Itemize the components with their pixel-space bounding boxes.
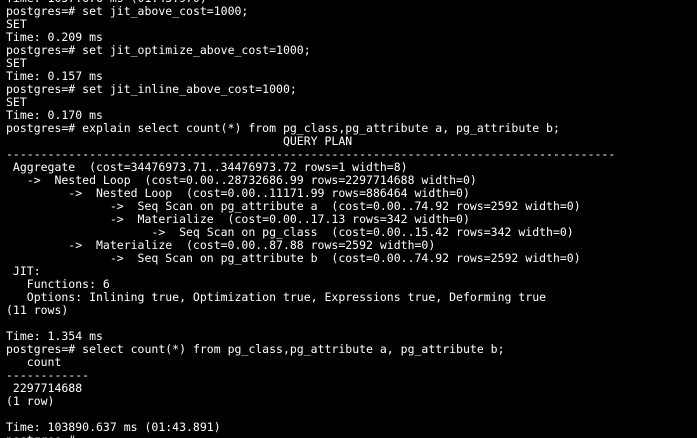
- command-line: postgres=#: [0, 434, 697, 438]
- output-line: Options: Inlining true, Optimization tru…: [6, 291, 547, 304]
- output-line: -> Nested Loop (cost=0.00..28732686.99 r…: [6, 174, 477, 187]
- output-line: SET: [6, 57, 27, 70]
- output-line: Time: 103890.637 ms (01:43.891): [6, 421, 221, 434]
- output-line: SET: [6, 18, 27, 31]
- output-line: JIT:: [6, 265, 41, 278]
- command-line: postgres=# set jit_inline_above_cost=100…: [0, 83, 697, 96]
- shell-prompt: postgres=#: [6, 434, 82, 438]
- output-line: count: [6, 356, 62, 369]
- output-line: Time: 0.170 ms: [6, 109, 103, 122]
- output-line: -> Nested Loop (cost=0.00..11171.99 rows…: [6, 187, 470, 200]
- command-line: postgres=# explain select count(*) from …: [0, 122, 697, 135]
- output-line: SET: [6, 96, 27, 109]
- command-line: postgres=# set jit_above_cost=1000;: [0, 5, 697, 18]
- output-line: QUERY PLAN: [6, 135, 353, 148]
- command-line: postgres=# set jit_optimize_above_cost=1…: [0, 44, 697, 57]
- output-line: -> Materialize (cost=0.00..17.13 rows=34…: [6, 213, 470, 226]
- command-text: explain select count(*) from pg_class,pg…: [82, 122, 560, 135]
- output-line: (11 rows): [6, 304, 69, 317]
- output-line: -> Materialize (cost=0.00..87.88 rows=25…: [6, 239, 436, 252]
- shell-prompt: postgres=#: [6, 44, 83, 57]
- output-line: ----------------------------------------…: [6, 148, 616, 161]
- shell-prompt: postgres=#: [6, 5, 83, 18]
- output-line: (1 row): [6, 395, 55, 408]
- output-line: -> Seq Scan on pg_attribute b (cost=0.00…: [6, 252, 581, 265]
- output-line: -> Seq Scan on pg_attribute a (cost=0.00…: [6, 200, 581, 213]
- output-line: 2297714688: [6, 382, 83, 395]
- output-line: Functions: 6: [6, 278, 110, 291]
- shell-prompt: postgres=#: [6, 122, 83, 135]
- command-text: set jit_above_cost=1000;: [82, 5, 249, 18]
- output-line: -> Seq Scan on pg_class (cost=0.00..15.4…: [6, 226, 574, 239]
- command-text: select count(*) from pg_class,pg_attribu…: [82, 343, 505, 356]
- output-line: Time: 0.157 ms: [6, 70, 103, 83]
- output-line: Time: 1.354 ms: [6, 330, 103, 343]
- output-line: Aggregate (cost=34476973.71..34476973.72…: [6, 161, 408, 174]
- output-line: Time: 0.209 ms: [6, 31, 103, 44]
- command-text: set jit_optimize_above_cost=1000;: [82, 44, 311, 57]
- command-text: set jit_inline_above_cost=1000;: [82, 83, 297, 96]
- shell-prompt: postgres=#: [6, 83, 83, 96]
- shell-prompt: postgres=#: [6, 343, 83, 356]
- command-line: postgres=# select count(*) from pg_class…: [0, 343, 697, 356]
- output-line: ------------: [6, 369, 90, 382]
- terminal-window[interactable]: Time: 1057.676 ms (01:43.970)postgres=# …: [0, 0, 697, 438]
